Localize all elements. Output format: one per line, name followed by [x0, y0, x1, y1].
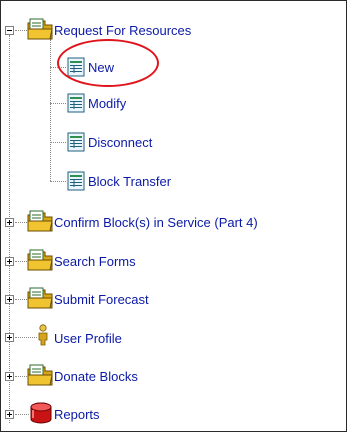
tree-item-label[interactable]: Submit Forecast: [54, 292, 149, 307]
tree-item-user-profile[interactable]: User Profile: [54, 327, 122, 349]
expand-toggle-submit-forecast[interactable]: [5, 295, 14, 304]
tree-connector-h: [15, 414, 29, 416]
tree-connector-children: [50, 39, 52, 181]
folder-form-icon: [27, 249, 53, 271]
tree-item-label[interactable]: Request For Resources: [54, 23, 191, 38]
database-cylinder-icon: [30, 402, 52, 424]
folder-form-icon: [27, 210, 53, 232]
tree-item-confirm-blocks-in-service[interactable]: Confirm Block(s) in Service (Part 4): [54, 211, 258, 233]
tree-connector-h: [50, 181, 66, 183]
tree-connector-h: [15, 337, 37, 339]
document-form-icon: [67, 132, 85, 152]
tree-item-search-forms[interactable]: Search Forms: [54, 250, 136, 272]
highlight-circle: [57, 39, 159, 87]
expand-toggle-search-forms[interactable]: [5, 257, 14, 266]
navigation-tree-panel: Request For Resources New Modify Disconn…: [0, 0, 347, 432]
collapse-toggle-request-for-resources[interactable]: [5, 26, 14, 35]
tree-item-request-for-resources[interactable]: Request For Resources: [54, 19, 191, 41]
tree-item-label[interactable]: User Profile: [54, 331, 122, 346]
tree-item-reports[interactable]: Reports: [54, 403, 100, 425]
expand-toggle-confirm-blocks[interactable]: [5, 218, 14, 227]
tree-connector-h: [50, 103, 66, 105]
expand-toggle-reports[interactable]: [5, 410, 14, 419]
tree-connector-h: [50, 142, 66, 144]
tree-connector-root: [9, 35, 11, 423]
tree-item-label[interactable]: Block Transfer: [88, 174, 171, 189]
tree-item-label[interactable]: Confirm Block(s) in Service (Part 4): [54, 215, 258, 230]
tree-item-label[interactable]: Reports: [54, 407, 100, 422]
tree-item-label[interactable]: Donate Blocks: [54, 369, 138, 384]
tree-item-label[interactable]: Search Forms: [54, 254, 136, 269]
document-form-icon: [67, 171, 85, 191]
expand-toggle-donate-blocks[interactable]: [5, 372, 14, 381]
person-icon: [38, 324, 48, 346]
tree-item-submit-forecast[interactable]: Submit Forecast: [54, 288, 149, 310]
tree-item-label[interactable]: Disconnect: [88, 135, 152, 150]
tree-item-modify[interactable]: Modify: [88, 92, 126, 114]
folder-form-icon: [27, 287, 53, 309]
folder-form-icon: [27, 364, 53, 386]
tree-item-donate-blocks[interactable]: Donate Blocks: [54, 365, 138, 387]
tree-item-block-transfer[interactable]: Block Transfer: [88, 170, 171, 192]
tree-item-label[interactable]: Modify: [88, 96, 126, 111]
tree-item-disconnect[interactable]: Disconnect: [88, 131, 152, 153]
document-form-icon: [67, 93, 85, 113]
expand-toggle-user-profile[interactable]: [5, 333, 14, 342]
folder-form-icon: [27, 18, 53, 40]
